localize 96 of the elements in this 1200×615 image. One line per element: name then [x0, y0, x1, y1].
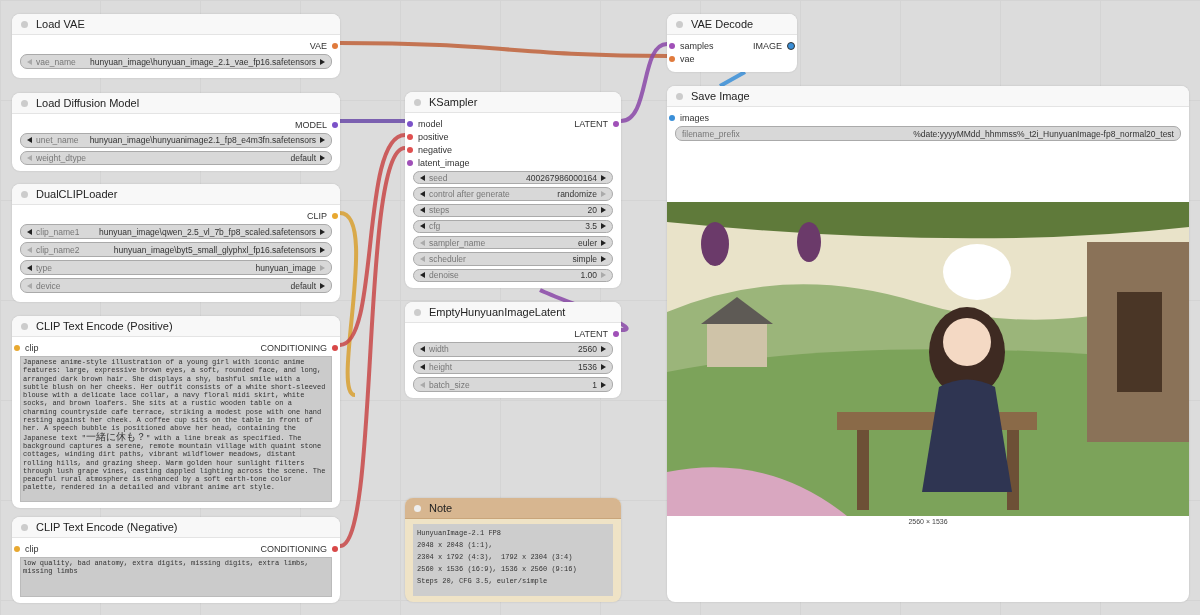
- widget-field[interactable]: height 1536: [413, 359, 613, 375]
- output-label: IMAGE: [753, 40, 782, 51]
- node-title: CLIP Text Encode (Positive): [36, 320, 173, 332]
- input-slot-icon[interactable]: [14, 545, 20, 552]
- right-arrow-icon[interactable]: [601, 239, 606, 246]
- input-label: negative: [418, 144, 453, 155]
- widget-field[interactable]: filename_prefix %date:yyyyMMdd_hhmmss%_t2i_HunyuanImage-fp8_normal20_test: [675, 126, 1181, 141]
- collapse-dot-icon[interactable]: [21, 523, 28, 531]
- output-label: CLIP: [307, 210, 327, 221]
- right-arrow-icon[interactable]: [601, 207, 606, 214]
- collapse-dot-icon[interactable]: [676, 20, 683, 28]
- input-slot-icon[interactable]: [407, 159, 413, 166]
- wire: [340, 119, 405, 123]
- left-arrow-icon[interactable]: [27, 137, 32, 144]
- left-arrow-icon[interactable]: [420, 223, 425, 230]
- widget-field[interactable]: vae_name hunyuan_image\hunyuan_image_2.1_vae_fp16.safetensors: [20, 54, 332, 69]
- output-slot-icon[interactable]: [787, 41, 795, 50]
- output-label: VAE: [309, 40, 327, 51]
- widget-field[interactable]: denoise 1.00: [413, 268, 613, 282]
- widget-field[interactable]: control after generate randomize: [413, 187, 613, 201]
- output-label: CONDITIONING: [260, 543, 327, 554]
- left-arrow-icon[interactable]: [420, 174, 425, 181]
- right-arrow-icon[interactable]: [601, 364, 606, 370]
- left-arrow-icon[interactable]: [420, 190, 425, 197]
- collapse-dot-icon[interactable]: [21, 322, 28, 330]
- input-label: positive: [418, 131, 449, 142]
- output-slot-icon[interactable]: [613, 330, 619, 337]
- collapse-dot-icon[interactable]: [21, 99, 28, 107]
- input-slot-icon[interactable]: [407, 133, 413, 140]
- left-arrow-icon[interactable]: [27, 228, 32, 235]
- left-arrow-icon[interactable]: [27, 264, 32, 271]
- input-slot-icon[interactable]: [669, 55, 675, 62]
- right-arrow-icon[interactable]: [601, 174, 606, 181]
- widget-field[interactable]: steps 20: [413, 203, 613, 217]
- output-slot-icon[interactable]: [613, 120, 619, 127]
- output-label: CONDITIONING: [260, 342, 327, 353]
- node-title: DualCLIPLoader: [36, 188, 118, 200]
- node-title: EmptyHunyuanImageLatent: [429, 306, 566, 318]
- input-label: vae: [680, 53, 695, 64]
- right-arrow-icon[interactable]: [601, 381, 606, 388]
- right-arrow-icon[interactable]: [320, 58, 325, 65]
- input-label: model: [418, 118, 443, 129]
- widget-field[interactable]: device default: [20, 278, 332, 293]
- widget-field[interactable]: cfg 3.5: [413, 219, 613, 234]
- node-title: KSampler: [429, 96, 478, 108]
- widget-field[interactable]: batch_size 1: [413, 377, 613, 392]
- output-label: LATENT: [574, 328, 608, 339]
- widget-field[interactable]: width 2560: [413, 342, 613, 357]
- left-arrow-icon[interactable]: [420, 207, 425, 214]
- widget-field[interactable]: scheduler simple: [413, 252, 613, 266]
- node-title: CLIP Text Encode (Negative): [36, 521, 178, 533]
- widget-field[interactable]: unet_name hunyuan_image\hunyuanimage2.1_fp8_e4m3fn.safetensors: [20, 133, 332, 148]
- left-arrow-icon[interactable]: [420, 272, 425, 279]
- widget-field[interactable]: seed 400267986000164: [413, 171, 613, 185]
- collapse-dot-icon[interactable]: [414, 98, 421, 106]
- input-slot-icon[interactable]: [669, 114, 675, 121]
- widget-field[interactable]: weight_dtype default: [20, 150, 332, 165]
- widget-field[interactable]: sampler_name euler: [413, 236, 613, 250]
- output-label: LATENT: [574, 118, 608, 129]
- input-label: clip: [25, 543, 39, 554]
- input-slot-icon[interactable]: [407, 146, 413, 153]
- output-slot-icon[interactable]: [332, 545, 338, 552]
- left-arrow-icon[interactable]: [420, 346, 425, 353]
- node-title: Load Diffusion Model: [36, 97, 140, 109]
- right-arrow-icon[interactable]: [601, 223, 606, 230]
- input-slot-icon[interactable]: [14, 344, 20, 351]
- widget-field[interactable]: clip_name1 hunyuan_image\qwen_2.5_vl_7b_fp8_scaled.safetensors: [20, 224, 332, 239]
- right-arrow-icon[interactable]: [320, 282, 325, 289]
- output-slot-icon[interactable]: [332, 344, 338, 351]
- widget-field[interactable]: clip_name2 hunyuan_image\byt5_small_glyphxl_fp16.safetensors: [20, 242, 332, 257]
- left-arrow-icon[interactable]: [420, 364, 425, 370]
- right-arrow-icon[interactable]: [601, 346, 606, 353]
- node-title: Save Image: [691, 90, 750, 102]
- input-label: images: [680, 112, 709, 123]
- right-arrow-icon[interactable]: [320, 154, 325, 161]
- input-slot-icon[interactable]: [669, 42, 675, 49]
- collapse-dot-icon[interactable]: [676, 92, 683, 100]
- right-arrow-icon[interactable]: [320, 246, 325, 253]
- input-label: clip: [25, 342, 39, 353]
- output-slot-icon[interactable]: [332, 121, 338, 128]
- collapse-dot-icon[interactable]: [21, 190, 28, 198]
- right-arrow-icon[interactable]: [320, 228, 325, 235]
- input-label: samples: [680, 40, 714, 51]
- node-title: VAE Decode: [691, 18, 754, 30]
- right-arrow-icon[interactable]: [601, 256, 606, 263]
- node-title: Note: [429, 502, 453, 514]
- right-arrow-icon[interactable]: [320, 137, 325, 144]
- widget-field[interactable]: type hunyuan_image: [20, 260, 332, 275]
- output-label: MODEL: [295, 119, 327, 130]
- collapse-dot-icon[interactable]: [414, 504, 421, 512]
- collapse-dot-icon[interactable]: [21, 20, 28, 28]
- collapse-dot-icon[interactable]: [414, 308, 421, 316]
- node-title: Load VAE: [36, 18, 85, 30]
- input-slot-icon[interactable]: [407, 120, 413, 127]
- wire: [719, 70, 746, 88]
- input-label: latent_image: [418, 157, 470, 168]
